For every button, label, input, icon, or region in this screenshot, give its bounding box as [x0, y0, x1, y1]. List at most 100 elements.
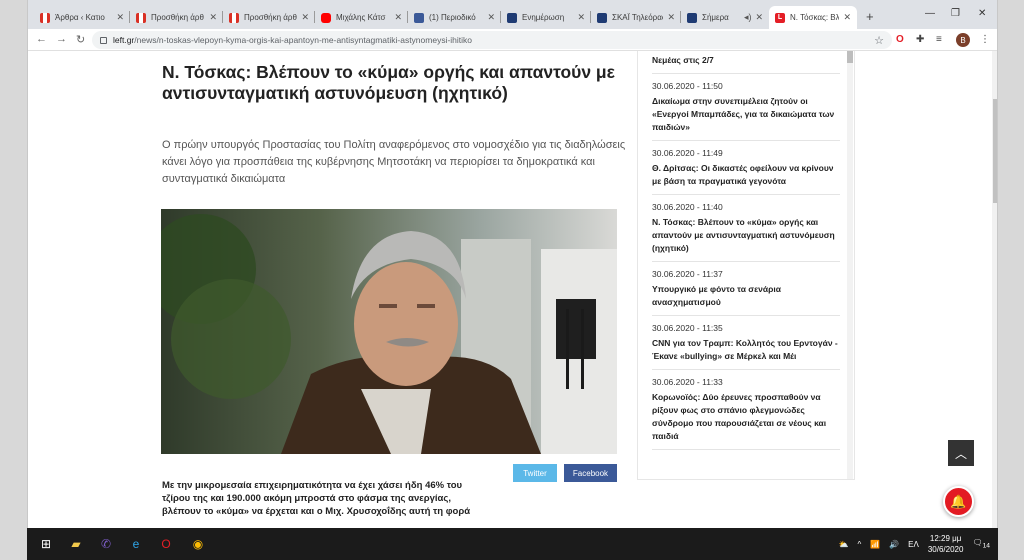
clock-date: 30/6/2020 — [927, 545, 964, 554]
tab-1[interactable]: Άρθρα ‹ Κατιο ✕ — [34, 6, 130, 29]
news-item[interactable]: 30.06.2020 - 11:49 Θ. Δρίτσας: Οι δικαστ… — [652, 141, 840, 195]
news-time: 30.06.2020 - 11:33 — [652, 377, 723, 387]
clock[interactable]: 12:29 μμ 30/6/2020 — [928, 533, 964, 555]
new-tab-button[interactable]: + — [866, 9, 874, 24]
browser-window: Άρθρα ‹ Κατιο ✕ Προσθήκη άρθ ✕ Προσθήκη άρ… — [27, 0, 998, 528]
file-explorer-icon[interactable]: ▰ — [67, 535, 85, 553]
news-scrollbar-thumb[interactable] — [847, 51, 853, 63]
news-headline[interactable]: Θ. Δρίτσας: Οι δικαστές οφείλουν να κρίν… — [652, 162, 840, 188]
tab-title: Σήμερα — [702, 13, 729, 22]
puzzle-icon[interactable]: ✚ — [916, 34, 924, 45]
tab-title: Προσθήκη άρθ — [244, 13, 297, 22]
tab-8[interactable]: Σήμερα ◂) ✕ — [681, 6, 769, 29]
tab-title: (1) Περιοδικό — [429, 13, 476, 22]
url-path: /news/n-toskas-vlepoyn-kyma-orgis-kai-ap… — [134, 35, 473, 45]
close-window-icon[interactable]: ✕ — [978, 8, 986, 19]
clock-time: 12:29 μμ — [929, 534, 962, 543]
page-icon — [40, 12, 50, 23]
facebook-share-button[interactable]: Facebook — [564, 464, 617, 482]
close-icon[interactable]: ✕ — [394, 12, 402, 23]
notification-count: 14 — [982, 542, 990, 550]
facebook-icon — [414, 12, 424, 23]
playlist-icon[interactable]: ≡ — [936, 34, 942, 45]
tab-title: Ενημέρωση — [522, 13, 565, 22]
page-icon — [597, 12, 607, 23]
tab-title: ΣΚΑΪ Τηλεόρασ — [612, 13, 664, 22]
news-item[interactable]: Νεμέας στις 2/7 — [652, 54, 840, 74]
speaker-icon[interactable]: ◂) — [744, 12, 752, 23]
tab-title: Μιχάλης Κάτσ — [336, 13, 386, 22]
page-icon — [229, 12, 239, 23]
windows-start-icon[interactable]: ⊞ — [37, 535, 55, 553]
page-scrollbar[interactable] — [992, 51, 997, 528]
close-icon[interactable]: ✕ — [487, 12, 495, 23]
notification-center-icon[interactable]: 🗨14 — [972, 538, 990, 550]
news-headline[interactable]: Υπουργικό με φόντο τα σενάρια ανασχηματι… — [652, 283, 840, 309]
page-icon — [136, 12, 146, 23]
news-headline[interactable]: Κορωνοϊός: Δύο έρευνες προσπαθούν να ρίξ… — [652, 391, 840, 443]
news-headline[interactable]: Νεμέας στις 2/7 — [652, 54, 840, 67]
close-icon[interactable]: ✕ — [301, 12, 309, 23]
network-icon[interactable]: 📶 — [870, 540, 880, 549]
reload-icon[interactable]: ↻ — [76, 33, 85, 46]
opera-extension-icon[interactable]: O — [896, 34, 904, 45]
menu-icon[interactable]: ⋮ — [980, 34, 990, 45]
left-gr-icon: L — [775, 12, 785, 23]
close-icon[interactable]: ✕ — [209, 12, 217, 23]
close-icon[interactable]: ✕ — [667, 12, 675, 23]
news-scrollbar[interactable] — [847, 51, 853, 479]
tab-5[interactable]: (1) Περιοδικό ✕ — [408, 6, 501, 29]
tab-2[interactable]: Προσθήκη άρθ ✕ — [130, 6, 223, 29]
volume-icon[interactable]: 🔊 — [889, 540, 899, 549]
toolbar: ← → ↻ left.gr/news/n-toskas-vlepoyn-kyma… — [28, 29, 997, 51]
opera-icon[interactable]: O — [157, 535, 175, 553]
news-time: 30.06.2020 - 11:35 — [652, 323, 723, 333]
article-lead: Ο πρώην υπουργός Προστασίας του Πολίτη α… — [162, 139, 626, 185]
address-bar[interactable]: left.gr/news/n-toskas-vlepoyn-kyma-orgis… — [92, 31, 892, 49]
tab-title: Ν. Τόσκας: Βλέ — [790, 13, 840, 22]
restore-icon[interactable]: ❐ — [951, 8, 960, 19]
twitter-share-button[interactable]: Twitter — [513, 464, 557, 482]
page-icon — [687, 12, 697, 23]
news-time: 30.06.2020 - 11:49 — [652, 148, 723, 158]
latest-news-panel: Νεμέας στις 2/7 30.06.2020 - 11:50 Δικαί… — [637, 51, 855, 480]
page-icon — [507, 12, 517, 23]
viber-icon[interactable]: ✆ — [97, 535, 115, 553]
article-headline: Ν. Τόσκας: Βλέπουν το «κύμα» οργής και α… — [162, 62, 615, 103]
notification-bell-icon[interactable]: 🔔 — [943, 486, 974, 517]
page-scrollbar-thumb[interactable] — [993, 99, 997, 203]
tab-6[interactable]: Ενημέρωση ✕ — [501, 6, 591, 29]
tab-4[interactable]: Μιχάλης Κάτσ ✕ — [315, 6, 408, 29]
tab-3[interactable]: Προσθήκη άρθ ✕ — [223, 6, 315, 29]
close-icon[interactable]: ✕ — [577, 12, 585, 23]
chrome-icon[interactable]: ◉ — [189, 535, 207, 553]
news-item[interactable]: 30.06.2020 - 11:35 CNN για τον Τραμπ: Κο… — [652, 316, 840, 370]
web-page: Ν. Τόσκας: Βλέπουν το «κύμα» οργής και α… — [28, 51, 997, 528]
close-icon[interactable]: ✕ — [116, 12, 124, 23]
news-item[interactable]: 30.06.2020 - 11:40 Ν. Τόσκας: Βλέπουν το… — [652, 195, 840, 262]
news-headline[interactable]: Δικαίωμα στην συνεπιμέλεια ζητούν οι «Εν… — [652, 95, 840, 134]
tab-7[interactable]: ΣΚΑΪ Τηλεόρασ ✕ — [591, 6, 681, 29]
edge-icon[interactable]: e — [127, 535, 145, 553]
news-headline[interactable]: CNN για τον Τραμπ: Κολλητός του Ερντογάν… — [652, 337, 840, 363]
back-to-top-button[interactable]: ︿ — [948, 440, 974, 466]
bookmark-star-icon[interactable]: ☆ — [874, 34, 884, 47]
news-headline[interactable]: Ν. Τόσκας: Βλέπουν το «κύμα» οργής και α… — [652, 216, 840, 255]
back-icon[interactable]: ← — [36, 33, 47, 45]
news-time: 30.06.2020 - 11:37 — [652, 269, 723, 279]
news-item[interactable]: 30.06.2020 - 11:50 Δικαίωμα στην συνεπιμ… — [652, 74, 840, 141]
news-item[interactable]: 30.06.2020 - 11:37 Υπουργικό με φόντο τα… — [652, 262, 840, 316]
taskbar: ⊞ ▰ ✆ e O ◉ ⛅ ^ 📶 🔊 ΕΛ 12:29 μμ 30/6/202… — [27, 528, 998, 560]
forward-icon[interactable]: → — [56, 33, 67, 45]
weather-icon[interactable]: ⛅ — [838, 540, 848, 549]
close-icon[interactable]: ✕ — [843, 12, 851, 23]
tab-active[interactable]: L Ν. Τόσκας: Βλέ ✕ — [769, 6, 857, 29]
news-item[interactable]: 30.06.2020 - 11:33 Κορωνοϊός: Δύο έρευνε… — [652, 370, 840, 450]
tab-strip: Άρθρα ‹ Κατιο ✕ Προσθήκη άρθ ✕ Προσθήκη άρ… — [28, 0, 997, 29]
up-arrow-icon[interactable]: ^ — [857, 540, 861, 549]
language-indicator[interactable]: ΕΛ — [908, 540, 919, 549]
minimize-icon[interactable]: — — [925, 8, 935, 19]
close-icon[interactable]: ✕ — [755, 12, 763, 23]
avatar[interactable]: B — [956, 33, 970, 47]
news-time: 30.06.2020 - 11:50 — [652, 81, 723, 91]
